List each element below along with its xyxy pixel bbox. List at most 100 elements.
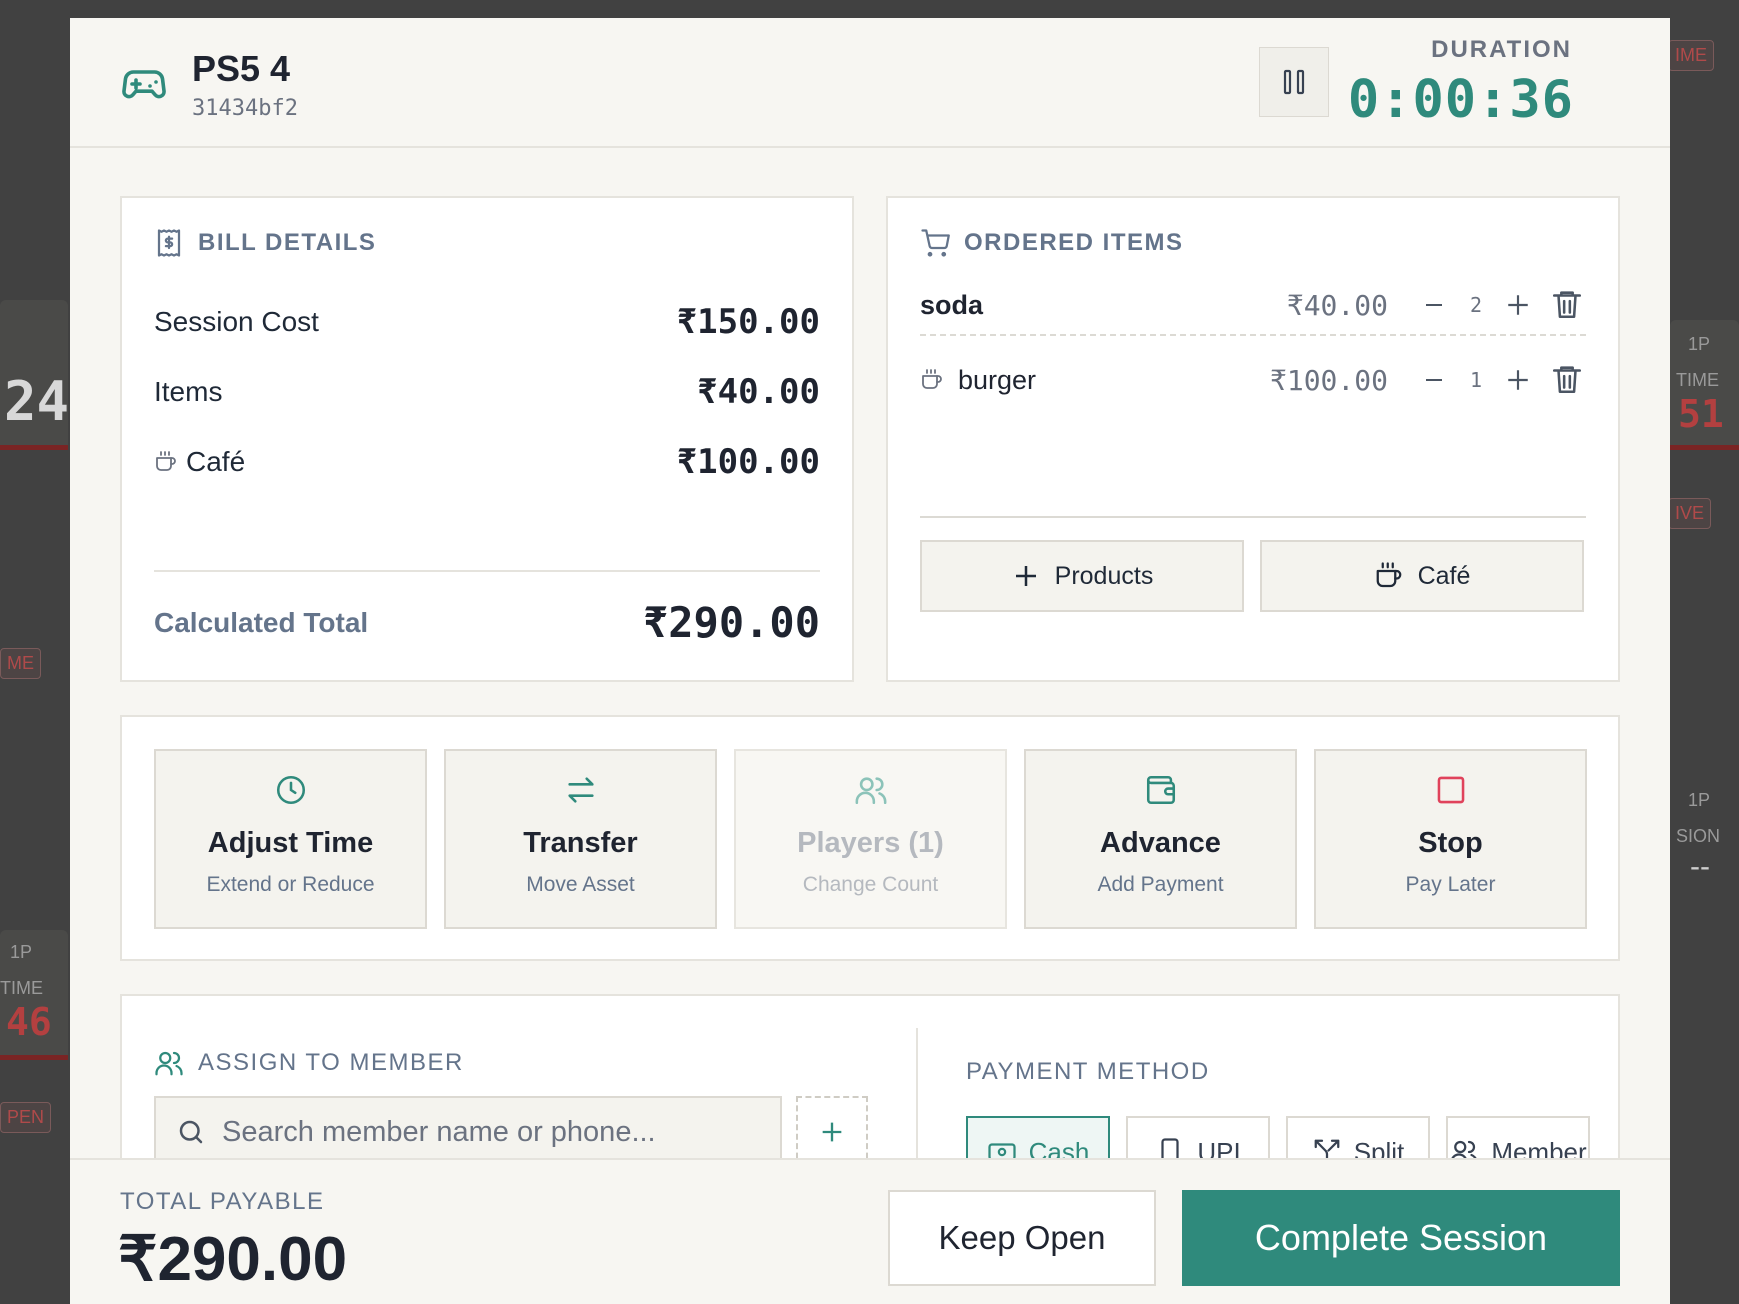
adjust-time-button[interactable]: Adjust Time Extend or Reduce xyxy=(154,749,427,929)
bill-row-value: ₹100.00 xyxy=(676,442,820,482)
order-item-row: soda ₹40.00 2 xyxy=(920,276,1586,336)
coffee-cup-icon xyxy=(156,451,176,471)
coffee-cup-icon xyxy=(1376,562,1401,588)
delete-item-button[interactable] xyxy=(1550,362,1586,398)
background-status-pill: IVE xyxy=(1668,498,1712,529)
increase-quantity-button[interactable] xyxy=(1500,362,1536,398)
plus-icon xyxy=(1015,566,1036,586)
action-title: Adjust Time xyxy=(207,827,374,859)
bill-row-items: Items ₹40.00 xyxy=(154,372,820,412)
bill-row-label: Café xyxy=(186,446,246,477)
bill-row-label: Items xyxy=(154,376,223,407)
assign-member-label: ASSIGN TO MEMBER xyxy=(198,1049,464,1076)
background-status-pill: PEN xyxy=(0,1102,52,1133)
bill-details-title: BILL DETAILS xyxy=(154,228,376,258)
order-item-quantity: 2 xyxy=(1469,293,1483,317)
action-subtitle: Pay Later xyxy=(1405,873,1496,896)
users-icon xyxy=(855,777,886,805)
order-item-row: burger ₹100.00 1 xyxy=(920,350,1586,410)
transfer-button[interactable]: Transfer Move Asset xyxy=(444,749,717,929)
bill-row-session-cost: Session Cost ₹150.00 xyxy=(154,302,820,342)
action-title: Advance xyxy=(1100,827,1221,859)
minus-icon xyxy=(1426,379,1442,381)
bill-row-label: Session Cost xyxy=(154,306,319,337)
wallet-icon xyxy=(1146,775,1175,805)
total-payable-value: ₹290.00 xyxy=(118,1225,348,1294)
action-subtitle: Extend or Reduce xyxy=(206,873,375,896)
delete-item-button[interactable] xyxy=(1550,287,1586,323)
order-item-name: burger xyxy=(958,364,1037,395)
member-search-input[interactable] xyxy=(222,1115,742,1149)
action-title: Stop xyxy=(1418,827,1483,859)
background-timer-value: 51 xyxy=(1678,392,1724,436)
minus-icon xyxy=(1426,304,1442,306)
complete-session-button[interactable]: Complete Session xyxy=(1182,1190,1620,1286)
stop-button[interactable]: Stop Pay Later xyxy=(1314,749,1587,929)
order-item-quantity: 1 xyxy=(1469,368,1483,392)
bill-row-value: ₹40.00 xyxy=(697,372,820,412)
add-cafe-label: Café xyxy=(1417,561,1471,590)
trash-icon xyxy=(1552,291,1582,319)
receipt-icon xyxy=(157,229,181,257)
background-players-label: 1P xyxy=(1688,334,1711,354)
modal-footer: TOTAL PAYABLE ₹290.00 Keep Open Complete… xyxy=(70,1158,1670,1304)
advance-button[interactable]: Advance Add Payment xyxy=(1024,749,1297,929)
coffee-cup-icon xyxy=(922,369,942,389)
background-time-label: TIME xyxy=(1676,370,1719,390)
pause-icon xyxy=(1283,69,1305,95)
bill-row-value: ₹150.00 xyxy=(676,302,820,342)
background-status-pill: IME xyxy=(1668,40,1715,71)
order-item-price: ₹100.00 xyxy=(1269,363,1388,397)
background-status-pill: ME xyxy=(0,648,41,679)
background-session-label: SION xyxy=(1676,826,1721,846)
users-icon xyxy=(155,1051,183,1076)
decrease-quantity-button[interactable] xyxy=(1416,287,1452,323)
plus-icon xyxy=(1508,370,1528,390)
ordered-items-label: ORDERED ITEMS xyxy=(964,229,1184,256)
plus-icon xyxy=(1508,295,1528,315)
add-products-label: Products xyxy=(1054,561,1154,590)
action-subtitle: Change Count xyxy=(802,873,939,896)
session-actions-panel: Adjust Time Extend or Reduce Transfer Mo… xyxy=(120,715,1620,961)
add-products-button[interactable]: Products xyxy=(920,540,1244,612)
bill-divider xyxy=(154,570,820,572)
pause-button[interactable] xyxy=(1259,47,1329,117)
players-button[interactable]: Players (1) Change Count xyxy=(734,749,1007,929)
decrease-quantity-button[interactable] xyxy=(1416,362,1452,398)
orders-divider xyxy=(920,516,1586,518)
add-cafe-button[interactable]: Café xyxy=(1260,540,1584,612)
calculated-total-label: Calculated Total xyxy=(154,606,369,638)
stop-square-icon xyxy=(1437,776,1464,804)
session-modal: PS5 4 31434bf2 DURATION 0:00:36 BILL DET… xyxy=(70,18,1670,1304)
duration-label: DURATION xyxy=(1431,36,1572,63)
background-timer-value: 46 xyxy=(6,1000,52,1044)
background-timer-value: 24 xyxy=(4,370,70,433)
asset-id: 31434bf2 xyxy=(192,96,298,121)
background-time-label: TIME xyxy=(0,978,43,998)
bill-details-panel: BILL DETAILS Session Cost ₹150.00 Items … xyxy=(120,196,854,682)
asset-name: PS5 4 xyxy=(192,48,291,89)
modal-header: PS5 4 31434bf2 DURATION 0:00:36 xyxy=(70,18,1670,148)
payment-method-title: PAYMENT METHOD xyxy=(966,1058,1210,1085)
bill-row-label-wrap: Café xyxy=(154,446,245,478)
bill-row-cafe: Café ₹100.00 xyxy=(154,442,820,482)
background-session-value: -- xyxy=(1690,850,1710,883)
bill-details-label: BILL DETAILS xyxy=(198,229,377,256)
action-subtitle: Add Payment xyxy=(1097,873,1224,896)
order-item-name-wrap: burger xyxy=(920,365,1270,396)
plus-icon xyxy=(822,1122,842,1142)
bill-calculated-total: Calculated Total ₹290.00 xyxy=(154,598,820,647)
trash-icon xyxy=(1552,366,1582,394)
clock-icon xyxy=(276,775,305,805)
keep-open-button[interactable]: Keep Open xyxy=(888,1190,1156,1286)
action-subtitle: Move Asset xyxy=(526,873,635,896)
action-title: Transfer xyxy=(523,827,638,859)
transfer-arrows-icon xyxy=(567,777,594,803)
order-item-name: soda xyxy=(920,289,984,320)
increase-quantity-button[interactable] xyxy=(1500,287,1536,323)
action-title: Players (1) xyxy=(797,827,944,859)
search-icon xyxy=(179,1120,203,1144)
calculated-total-value: ₹290.00 xyxy=(642,598,820,647)
order-item-price: ₹40.00 xyxy=(1286,288,1388,322)
ordered-items-title: ORDERED ITEMS xyxy=(920,228,1184,258)
